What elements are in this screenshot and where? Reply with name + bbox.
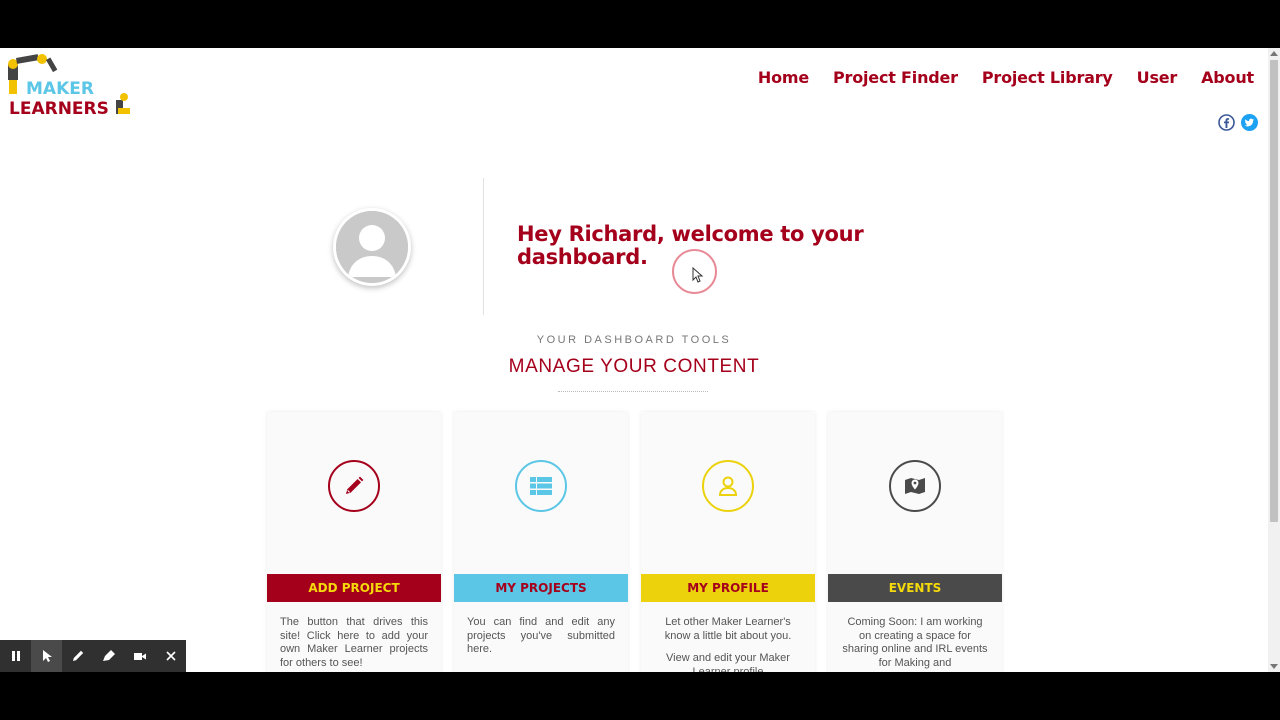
browser-viewport: MAKER LEARNERS Home Project Finder Proje… bbox=[0, 48, 1280, 672]
site-logo[interactable]: MAKER LEARNERS bbox=[6, 54, 134, 119]
pen-icon[interactable] bbox=[62, 640, 93, 672]
section-subtitle: YOUR DASHBOARD TOOLS bbox=[536, 334, 732, 346]
camera-icon[interactable] bbox=[124, 640, 155, 672]
my-profile-button[interactable]: MY PROFILE bbox=[641, 574, 815, 602]
card-add-project[interactable]: ADD PROJECT The button that drives this … bbox=[267, 412, 441, 672]
pause-icon[interactable] bbox=[0, 640, 31, 672]
card-description: You can find and edit any projects you'v… bbox=[467, 616, 615, 655]
map-icon[interactable] bbox=[889, 460, 941, 512]
table-icon[interactable] bbox=[515, 460, 567, 512]
scroll-up-arrow[interactable] bbox=[1270, 51, 1278, 56]
card-my-profile[interactable]: MY PROFILE Let other Maker Learner's kno… bbox=[641, 412, 815, 672]
scroll-down-arrow[interactable] bbox=[1270, 664, 1278, 669]
facebook-icon[interactable] bbox=[1218, 114, 1235, 131]
mouse-cursor-icon bbox=[692, 267, 704, 283]
robot-arm-logo: MAKER LEARNERS bbox=[8, 54, 130, 119]
pointer-icon[interactable] bbox=[31, 640, 62, 672]
card-description: Coming Soon: I am working on creating a … bbox=[842, 616, 988, 669]
user-icon[interactable] bbox=[702, 460, 754, 512]
card-events[interactable]: EVENTS Coming Soon: I am working on crea… bbox=[828, 412, 1002, 672]
title-divider bbox=[558, 391, 708, 392]
card-my-projects[interactable]: MY PROJECTS You can find and edit any pr… bbox=[454, 412, 628, 672]
twitter-icon[interactable] bbox=[1241, 114, 1258, 131]
pencil-icon[interactable] bbox=[328, 460, 380, 512]
nav-project-library[interactable]: Project Library bbox=[982, 68, 1113, 87]
card-description: The button that drives this site! Click … bbox=[280, 616, 428, 669]
dashboard-tools: ADD PROJECT The button that drives this … bbox=[267, 412, 1002, 672]
card-description: Let other Maker Learner's know a little … bbox=[664, 616, 792, 672]
default-user-icon bbox=[336, 211, 408, 283]
nav-project-finder[interactable]: Project Finder bbox=[833, 68, 958, 87]
add-project-button[interactable]: ADD PROJECT bbox=[267, 574, 441, 602]
scroll-thumb[interactable] bbox=[1270, 60, 1278, 522]
main-nav: Home Project Finder Project Library User… bbox=[758, 68, 1254, 87]
social-links bbox=[1218, 114, 1258, 131]
recorder-toolbar bbox=[0, 640, 186, 672]
nav-user[interactable]: User bbox=[1137, 68, 1178, 87]
divider bbox=[483, 178, 484, 315]
highlighter-icon[interactable] bbox=[93, 640, 124, 672]
nav-about[interactable]: About bbox=[1201, 68, 1254, 87]
my-projects-button[interactable]: MY PROJECTS bbox=[454, 574, 628, 602]
svg-text:MAKER: MAKER bbox=[26, 79, 94, 99]
welcome-heading: Hey Richard, welcome to your dashboard. bbox=[517, 222, 864, 269]
nav-home[interactable]: Home bbox=[758, 68, 809, 87]
section-title: MANAGE YOUR CONTENT bbox=[508, 356, 760, 377]
avatar bbox=[336, 211, 408, 283]
page-scrollbar[interactable] bbox=[1268, 48, 1280, 672]
close-icon[interactable] bbox=[155, 640, 186, 672]
svg-text:LEARNERS: LEARNERS bbox=[9, 99, 109, 118]
events-button[interactable]: EVENTS bbox=[828, 574, 1002, 602]
